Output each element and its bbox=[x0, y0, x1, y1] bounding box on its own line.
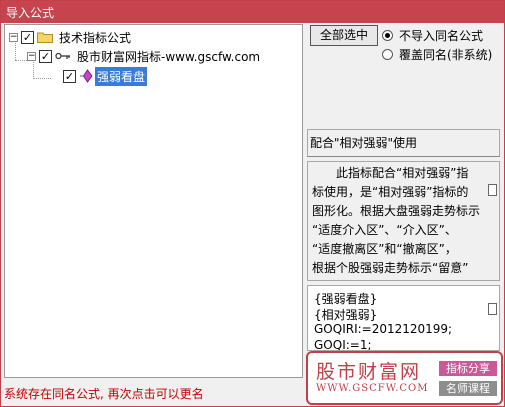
code-scroll-thumb[interactable] bbox=[488, 303, 497, 315]
import-formula-dialog: 导入公式 − ✓ 技术指标公式 − ✓ 股市财富网指标-www.gscfw.co… bbox=[0, 0, 505, 407]
watermark-brand: 股市财富网 bbox=[316, 361, 422, 383]
description-line: “适度介入区”、“介入区”、 bbox=[312, 223, 457, 237]
tree-node-root[interactable]: − ✓ 技术指标公式 bbox=[9, 28, 133, 46]
code-line: {强弱看盘} bbox=[314, 292, 378, 306]
radio-overwrite-duplicates[interactable]: 覆盖同名(非系统) bbox=[382, 46, 492, 63]
formula-code-box[interactable]: {强弱看盘} {相对强弱} GOQIRI:=2012120199; GOQI:=… bbox=[307, 285, 500, 351]
formula-gem-icon bbox=[80, 69, 93, 83]
description-line: 标使用，是“相对强弱”指标的 bbox=[312, 185, 469, 199]
collapse-toggle-root[interactable]: − bbox=[9, 32, 18, 42]
description-text: 此指标配合“相对强弱”指 标使用，是“相对强弱”指标的 图形化。根据大盘强弱走势… bbox=[312, 164, 482, 278]
description-line: “适度撤离区”和“撤离区”， bbox=[312, 242, 457, 256]
description-line: 根据个股强弱走势标示“留意” bbox=[312, 261, 469, 275]
window-title: 导入公式 bbox=[6, 6, 55, 20]
description-line: 图形化。根据大盘强弱走势标示 bbox=[312, 204, 481, 218]
site-watermark-logo: 股市财富网 WWW.GSCFW.COM 指标分享 名师课程 bbox=[306, 351, 503, 405]
code-line: GOQI:=1; bbox=[314, 338, 372, 351]
code-line: GOQIRI:=2012120199; bbox=[314, 322, 453, 336]
radio-dot-unselected bbox=[382, 49, 393, 60]
divider bbox=[307, 156, 500, 157]
title-bar[interactable]: 导入公式 bbox=[1, 1, 504, 23]
checkbox-root[interactable]: ✓ bbox=[21, 30, 34, 44]
radio-no-import-label: 不导入同名公式 bbox=[399, 29, 484, 43]
watermark-url: WWW.GSCFW.COM bbox=[316, 383, 429, 394]
formula-tree[interactable]: − ✓ 技术指标公式 − ✓ 股市财富网指标-www.gscfw.com ✓ 强… bbox=[4, 24, 303, 378]
usage-text: 配合"相对强弱"使用 bbox=[307, 129, 500, 157]
tree-node-site-label: 股市财富网指标-www.gscfw.com bbox=[77, 49, 261, 64]
status-message: 系统存在同名公式, 再次点击可以更名 bbox=[4, 387, 204, 401]
key-icon bbox=[55, 52, 70, 60]
select-all-button[interactable]: 全部选中 bbox=[310, 25, 378, 46]
description-box[interactable]: 此指标配合“相对强弱”指 标使用，是“相对强弱”指标的 图形化。根据大盘强弱走势… bbox=[307, 161, 500, 281]
collapse-toggle-site[interactable]: − bbox=[27, 51, 36, 61]
tree-node-leaf-label: 强弱看盘 bbox=[95, 66, 148, 86]
code-line: {相对强弱} bbox=[314, 308, 378, 322]
description-scroll-thumb[interactable] bbox=[488, 184, 497, 196]
radio-overwrite-label: 覆盖同名(非系统) bbox=[399, 48, 493, 62]
tree-node-site[interactable]: − ✓ 股市财富网指标-www.gscfw.com bbox=[27, 47, 262, 65]
tree-node-root-label: 技术指标公式 bbox=[59, 30, 132, 45]
checkbox-site[interactable]: ✓ bbox=[39, 49, 52, 63]
checkbox-leaf[interactable]: ✓ bbox=[63, 69, 76, 83]
folder-icon bbox=[37, 32, 53, 43]
radio-no-import-duplicates[interactable]: 不导入同名公式 bbox=[382, 27, 483, 44]
tree-node-leaf[interactable]: ✓ 强弱看盘 bbox=[63, 66, 148, 86]
watermark-tag-course: 名师课程 bbox=[439, 381, 497, 396]
watermark-tag-share: 指标分享 bbox=[439, 361, 497, 376]
description-line: 此指标配合“相对强弱”指 bbox=[336, 166, 469, 180]
radio-dot-selected bbox=[382, 30, 393, 41]
